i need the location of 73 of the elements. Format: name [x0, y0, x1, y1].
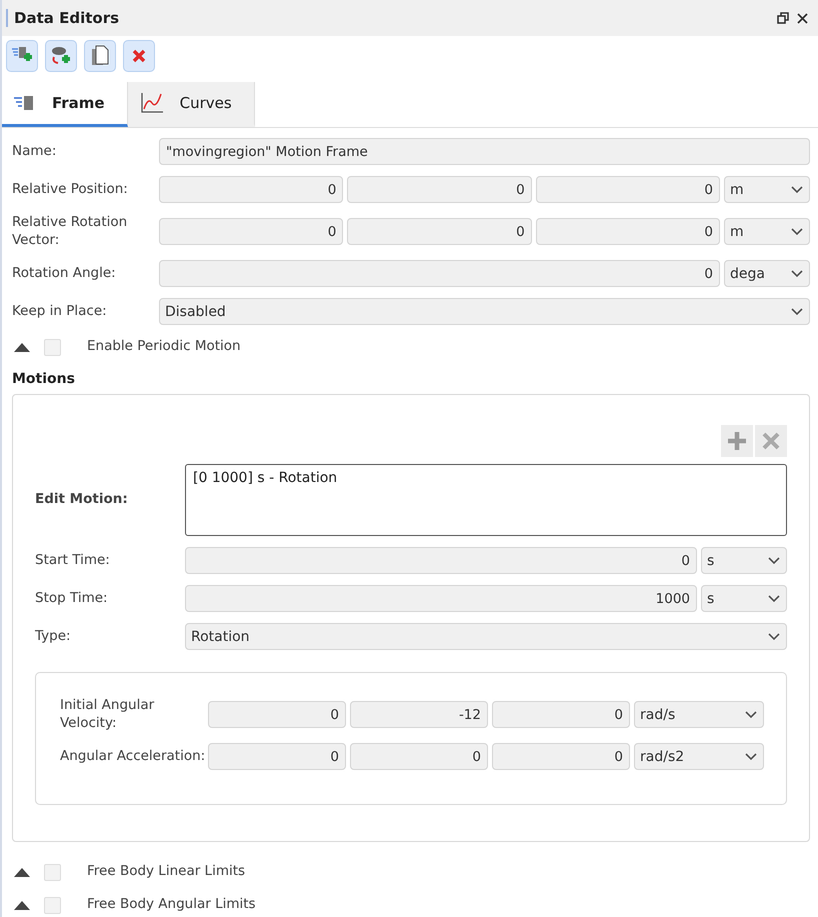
- dropdown[interactable]: Rotation: [185, 623, 787, 650]
- chevron-icon: [790, 186, 803, 194]
- field-label: Rotation Angle:: [12, 264, 117, 282]
- toolbar-button[interactable]: [123, 40, 155, 72]
- input-field[interactable]: 0: [536, 176, 720, 203]
- dropdown[interactable]: dega: [724, 260, 810, 288]
- field-label: Start Time:: [35, 552, 111, 570]
- toolbar-button[interactable]: [84, 40, 116, 72]
- dropdown[interactable]: rad/s2: [634, 743, 764, 770]
- window-title: Data Editors: [6, 9, 769, 27]
- frame-icon: [14, 95, 36, 111]
- field-label: Edit Motion:: [35, 491, 129, 509]
- field-label: Initial Angular Velocity:: [60, 697, 156, 732]
- field-label: Keep in Place:: [12, 302, 108, 320]
- chevron-icon: [791, 270, 803, 278]
- collapse-triangle-icon[interactable]: [14, 900, 30, 910]
- option-label: Free Body Linear Limits: [87, 863, 246, 881]
- input-field[interactable]: -12: [350, 701, 488, 728]
- delete-icon: [131, 48, 147, 64]
- input-field[interactable]: 0: [347, 218, 532, 246]
- curve-chart-icon: [140, 92, 164, 114]
- field-label: Relative Position:: [12, 180, 129, 198]
- chevron-icon: [745, 752, 757, 761]
- field-label: Angular Acceleration:: [60, 748, 206, 766]
- input-field[interactable]: 0: [159, 176, 344, 203]
- dropdown[interactable]: m: [724, 218, 810, 246]
- list-item[interactable]: [0 1000] s - Rotation: [193, 470, 338, 486]
- chevron-icon: [790, 228, 803, 236]
- close-icon: [762, 432, 780, 450]
- checkbox[interactable]: [44, 338, 61, 356]
- checkbox[interactable]: [44, 896, 61, 914]
- field-label: Relative Rotation Vector:: [12, 214, 128, 250]
- input-field[interactable]: 0: [185, 547, 697, 574]
- input-field[interactable]: 0: [350, 743, 488, 770]
- collapse-triangle-icon[interactable]: [14, 342, 30, 352]
- motion-list[interactable]: [0 1000] s - Rotation: [185, 464, 787, 536]
- dropdown[interactable]: rad/s: [634, 701, 764, 728]
- collapse-triangle-icon[interactable]: [14, 868, 30, 877]
- chevron-icon: [768, 594, 780, 603]
- chevron-icon: [768, 556, 780, 565]
- input-field[interactable]: 0: [492, 701, 630, 728]
- field-label: Name:: [12, 142, 58, 160]
- chevron-icon: [768, 632, 780, 641]
- input-field[interactable]: 0: [208, 743, 346, 770]
- dropdown[interactable]: Disabled: [159, 298, 810, 326]
- input-field[interactable]: 0: [159, 260, 720, 288]
- input-field[interactable]: "movingregion" Motion Frame: [159, 138, 810, 165]
- input-field[interactable]: 1000: [185, 585, 697, 612]
- field-label: Stop Time:: [35, 590, 109, 608]
- copy-icon: [90, 45, 110, 67]
- option-label: Free Body Angular Limits: [87, 896, 256, 914]
- restore-icon[interactable]: [777, 12, 789, 24]
- toolbar-button[interactable]: [45, 40, 77, 72]
- input-field[interactable]: 0: [159, 218, 344, 246]
- field-label: Type:: [35, 628, 72, 646]
- input-field[interactable]: 0: [536, 218, 720, 246]
- option-label: Enable Periodic Motion: [87, 338, 241, 356]
- group-title: Motions: [12, 371, 76, 388]
- tab[interactable]: Curves: [128, 82, 255, 127]
- close-icon[interactable]: [797, 12, 808, 24]
- chevron-icon: [791, 308, 803, 316]
- toolbar-button[interactable]: [6, 40, 38, 72]
- dropdown[interactable]: s: [701, 585, 787, 612]
- chevron-icon: [745, 710, 757, 719]
- tab[interactable]: Frame: [2, 82, 128, 127]
- input-field[interactable]: 0: [492, 743, 630, 770]
- plus-icon: [727, 431, 747, 452]
- checkbox[interactable]: [44, 864, 61, 881]
- input-field[interactable]: 0: [208, 701, 346, 728]
- add-cloud-icon: [50, 45, 72, 67]
- dropdown[interactable]: m: [724, 176, 810, 203]
- dropdown[interactable]: s: [701, 547, 787, 574]
- input-field[interactable]: 0: [347, 176, 532, 203]
